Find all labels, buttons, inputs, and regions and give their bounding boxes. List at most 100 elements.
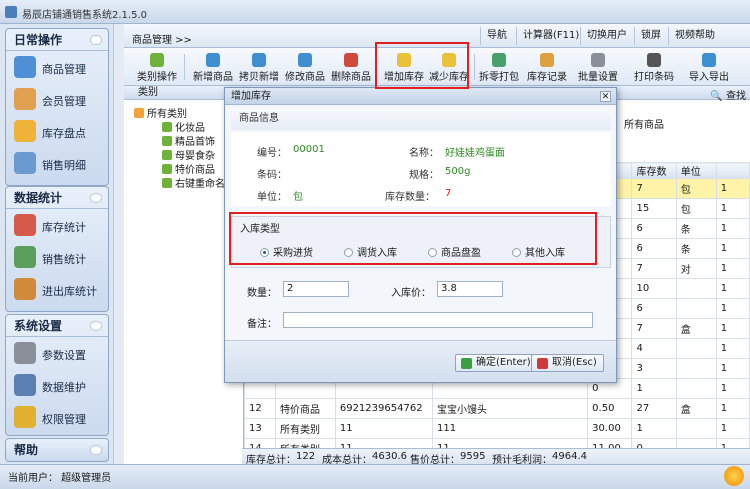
stock-record-button[interactable]: 库存记录	[526, 51, 568, 85]
sidebar-group-title[interactable]: 帮助	[6, 439, 108, 461]
breadcrumb: 商品管理 >>	[132, 35, 192, 46]
table-cell: 13	[243, 418, 277, 439]
nav-button[interactable]: 导航	[480, 27, 513, 45]
table-cell: 1	[715, 298, 750, 319]
gear-icon	[591, 53, 605, 67]
tree-node[interactable]: 右键重命名	[162, 175, 225, 190]
import-export-icon	[702, 53, 716, 67]
price-input[interactable]: 3.8	[437, 281, 503, 297]
lock-screen-button[interactable]: 锁屏	[634, 27, 667, 45]
table-cell: 条	[675, 238, 717, 259]
table-cell: 6921239654762	[334, 398, 434, 419]
category-icon	[150, 53, 164, 67]
barcode-icon	[647, 53, 661, 67]
collapse-icon[interactable]	[90, 193, 102, 203]
stock-chart-icon	[14, 214, 36, 236]
info-header: 商品信息	[231, 108, 611, 130]
folder-icon	[134, 108, 144, 118]
table-cell: 1	[715, 358, 750, 379]
sidebar-item-stock-stats[interactable]: 库存统计	[6, 209, 108, 241]
sidebar-group-stats: 数据统计 库存统计 销售统计 进出库统计	[5, 186, 109, 312]
import-export-button[interactable]: 导入导出	[686, 51, 732, 85]
product-spec: 500g	[445, 166, 471, 177]
sidebar-item-inventory-check[interactable]: 库存盘点	[6, 115, 108, 147]
table-cell: 1	[715, 398, 750, 419]
table-cell: 4	[631, 338, 677, 359]
cancel-button[interactable]: 取消(Esc)	[531, 354, 604, 372]
table-cell: 10	[631, 278, 677, 299]
copy-add-button[interactable]: 拷贝新增	[238, 51, 280, 85]
title-bar: 易辰店铺通销售系统2.1.5.0	[0, 0, 750, 24]
print-barcode-button[interactable]: 打印条码	[632, 51, 676, 85]
cancel-icon	[537, 358, 548, 369]
sidebar-group-title[interactable]: 数据统计	[6, 187, 108, 209]
leaf-icon	[162, 150, 172, 160]
shield-icon	[14, 406, 36, 428]
tree-node[interactable]: 特价商品	[162, 161, 215, 176]
table-cell	[675, 418, 717, 439]
delete-product-button[interactable]: 删除商品	[330, 51, 372, 85]
tree-node[interactable]: 化妆品	[162, 119, 205, 134]
sidebar-group-title[interactable]: 日常操作	[6, 29, 108, 51]
col-header	[715, 162, 750, 179]
collapse-icon[interactable]	[90, 445, 102, 455]
user-bar: 当前用户： 超级管理员	[0, 464, 750, 489]
copy-icon	[252, 53, 266, 67]
confirm-button[interactable]: 确定(Enter)	[455, 354, 538, 372]
tree-node[interactable]: 母婴食杂	[162, 147, 215, 162]
sidebar-item-member-mgmt[interactable]: 会员管理	[6, 83, 108, 115]
collapse-icon[interactable]	[90, 321, 102, 331]
sidebar-item-params[interactable]: 参数设置	[6, 337, 108, 369]
database-icon	[14, 374, 36, 396]
table-cell: 6	[631, 298, 677, 319]
search-button[interactable]: 🔍 查找	[710, 87, 746, 102]
app-logo-icon	[5, 6, 17, 18]
table-cell: 1	[715, 318, 750, 339]
price-label: 入库价：	[391, 288, 431, 299]
table-cell: 1	[715, 178, 750, 199]
table-cell: 盒	[675, 398, 717, 419]
gear-icon	[14, 342, 36, 364]
sidebar-group-settings: 系统设置 参数设置 数据维护 权限管理	[5, 314, 109, 436]
edit-product-button[interactable]: 修改商品	[284, 51, 326, 85]
collapse-icon[interactable]	[90, 35, 102, 45]
table-cell: 1	[715, 218, 750, 239]
table-cell: 7	[631, 178, 677, 199]
calculator-button[interactable]: 计算器(F11)	[516, 27, 585, 45]
table-cell: 111	[432, 418, 589, 439]
sidebar-item-sales-stats[interactable]: 销售统计	[6, 241, 108, 273]
sidebar-item-sales-detail[interactable]: 销售明细	[6, 147, 108, 179]
sidebar-item-data-maint[interactable]: 数据维护	[6, 369, 108, 401]
table-row[interactable]: 13 所有类别 11 111 30.00 1 1	[243, 418, 750, 439]
add-product-button[interactable]: 新增商品	[192, 51, 234, 85]
table-row[interactable]: 12 特价商品 6921239654762 宝宝小馒头 0.50 27 盒 1	[243, 398, 750, 419]
switch-user-button[interactable]: 切换用户	[580, 27, 633, 45]
dialog-footer: 确定(Enter) 取消(Esc)	[225, 340, 616, 382]
batch-settings-button[interactable]: 批量设置	[576, 51, 620, 85]
category-ops-button[interactable]: 类别操作	[134, 51, 180, 85]
tree-node[interactable]: 精品首饰	[162, 133, 215, 148]
table-cell: 1	[715, 338, 750, 359]
table-cell: 27	[631, 398, 677, 419]
product-name: 好娃娃鸡蛋面	[445, 148, 505, 159]
sidebar-group-title[interactable]: 系统设置	[6, 315, 108, 337]
sidebar-item-io-stats[interactable]: 进出库统计	[6, 273, 108, 305]
close-icon[interactable]: ✕	[600, 91, 611, 102]
tree-root[interactable]: 所有类别	[134, 105, 187, 120]
table-cell	[675, 358, 717, 379]
highlight-toolbar-stock-buttons	[375, 42, 469, 89]
sidebar-scrollbar[interactable]	[113, 24, 124, 464]
sidebar-item-permissions[interactable]: 权限管理	[6, 401, 108, 433]
sun-gear-icon[interactable]	[724, 466, 744, 486]
table-cell: 3	[631, 358, 677, 379]
note-input[interactable]	[283, 312, 593, 328]
video-help-button[interactable]: 视频帮助	[668, 27, 721, 45]
table-cell: 1	[631, 378, 677, 399]
table-cell: 1	[715, 258, 750, 279]
qty-input[interactable]: 2	[283, 281, 349, 297]
product-icon	[14, 56, 36, 78]
product-unit: 包	[293, 192, 303, 203]
sidebar-item-product-mgmt[interactable]: 商品管理	[6, 51, 108, 83]
table-cell: 1	[715, 238, 750, 259]
split-pack-button[interactable]: 拆零打包	[478, 51, 520, 85]
